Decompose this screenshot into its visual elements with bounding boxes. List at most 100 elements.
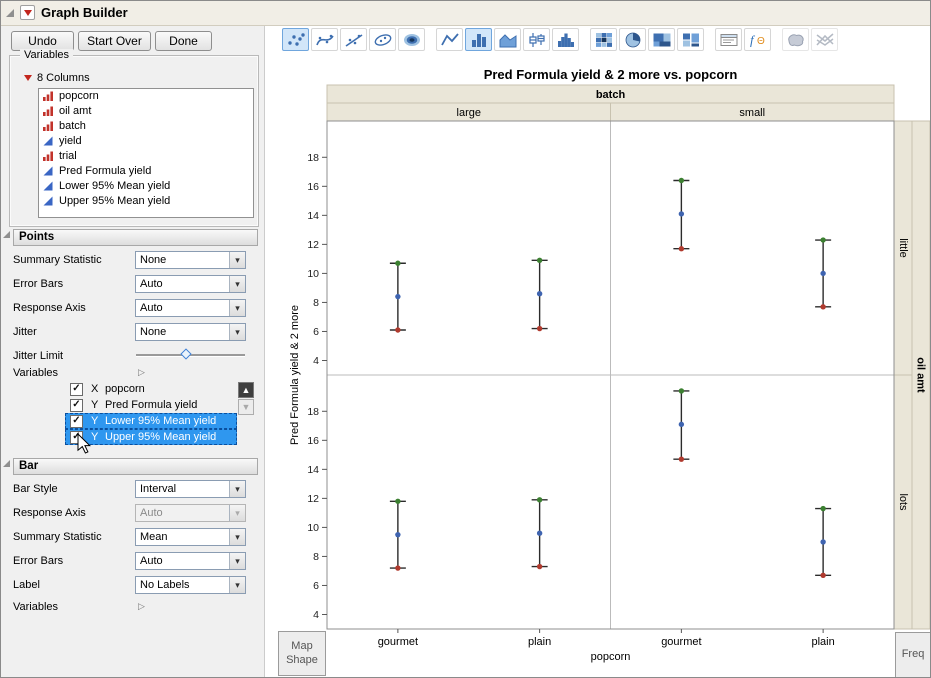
points-disclosure-icon[interactable]	[3, 231, 10, 238]
points-variable-row[interactable]: ✓Xpopcorn	[65, 381, 237, 397]
bar-label-select[interactable]: No Labels ▾	[135, 576, 246, 594]
map-shape-icon	[782, 28, 809, 51]
svg-text:f: f	[750, 32, 756, 47]
points-summary-statistic-select[interactable]: None ▾	[135, 251, 246, 269]
continuous-icon	[42, 135, 54, 147]
mouse-cursor-icon	[77, 433, 92, 455]
red-triangle-icon	[24, 75, 32, 81]
chevron-down-icon: ▾	[229, 577, 245, 593]
smoother-icon[interactable]	[311, 28, 338, 51]
bar-error-bars-select[interactable]: Auto ▾	[135, 552, 246, 570]
pie-icon[interactable]	[619, 28, 646, 51]
variables-disclosure-icon[interactable]: ▷	[138, 368, 145, 377]
svg-text:Θ: Θ	[757, 36, 765, 47]
move-up-button[interactable]: ▲	[238, 382, 254, 398]
column-item[interactable]: trial	[39, 149, 253, 164]
chevron-down-icon: ▾	[229, 300, 245, 316]
bar-section-header[interactable]: Bar	[13, 458, 258, 475]
nominal-icon	[42, 150, 54, 162]
contour-icon[interactable]	[398, 28, 425, 51]
checkbox[interactable]: ✓	[70, 383, 83, 396]
field-label: Variables	[13, 367, 58, 380]
chevron-down-icon: ▾	[229, 252, 245, 268]
continuous-icon	[42, 165, 54, 177]
undo-button[interactable]: Undo	[11, 31, 74, 51]
slider-thumb[interactable]	[180, 348, 191, 359]
mosaic-icon[interactable]	[677, 28, 704, 51]
column-item[interactable]: Lower 95% Mean yield	[39, 179, 253, 194]
field-label: Summary Statistic	[13, 531, 102, 544]
points-icon[interactable]	[282, 28, 309, 51]
outline-disclosure-icon[interactable]	[6, 9, 14, 17]
field-label: Bar Style	[13, 483, 58, 496]
points-jitter-select[interactable]: None ▾	[135, 323, 246, 341]
move-down-button[interactable]: ▼	[238, 399, 254, 415]
red-triangle-icon	[24, 10, 32, 16]
line-icon[interactable]	[436, 28, 463, 51]
variables-group: Variables 8 Columns popcornoil amtbatchy…	[9, 55, 259, 227]
map-shape-drop-zone[interactable]: Map Shape	[278, 631, 326, 676]
bar-summary-statistic-select[interactable]: Mean ▾	[135, 528, 246, 546]
checkbox[interactable]: ✓	[70, 399, 83, 412]
red-triangle-menu-button[interactable]	[20, 5, 35, 20]
title-bar: Graph Builder	[1, 1, 930, 26]
columns-outline[interactable]: 8 Columns	[24, 72, 90, 84]
bar-icon[interactable]	[465, 28, 492, 51]
chevron-down-icon: ▾	[229, 529, 245, 545]
chevron-down-icon: ▾	[229, 324, 245, 340]
heatmap-icon[interactable]	[590, 28, 617, 51]
column-item[interactable]: batch	[39, 119, 253, 134]
nominal-icon	[42, 105, 54, 117]
field-label: Summary Statistic	[13, 254, 102, 267]
nominal-icon	[42, 120, 54, 132]
chevron-down-icon: ▾	[229, 553, 245, 569]
points-variable-row[interactable]: ✓YLower 95% Mean yield	[65, 413, 237, 429]
field-label: Error Bars	[13, 555, 63, 568]
columns-list[interactable]: popcornoil amtbatchyieldtrialPred Formul…	[38, 88, 254, 218]
chevron-down-icon: ▾	[229, 276, 245, 292]
page-title: Graph Builder	[41, 5, 128, 20]
points-section-header[interactable]: Points	[13, 229, 258, 246]
variables-disclosure-icon[interactable]: ▷	[138, 602, 145, 611]
columns-count-label: 8 Columns	[37, 72, 90, 84]
treemap-icon[interactable]	[648, 28, 675, 51]
field-label: Label	[13, 579, 40, 592]
histogram-icon[interactable]	[552, 28, 579, 51]
continuous-icon	[42, 195, 54, 207]
chart-pane	[264, 25, 931, 678]
chevron-down-icon: ▾	[229, 481, 245, 497]
field-label: Jitter	[13, 326, 37, 339]
column-item[interactable]: Pred Formula yield	[39, 164, 253, 179]
bar-style-select[interactable]: Interval ▾	[135, 480, 246, 498]
column-item[interactable]: popcorn	[39, 89, 253, 104]
field-label: Response Axis	[13, 507, 86, 520]
points-error-bars-select[interactable]: Auto ▾	[135, 275, 246, 293]
column-item[interactable]: Upper 95% Mean yield	[39, 194, 253, 209]
points-response-axis-select[interactable]: Auto ▾	[135, 299, 246, 317]
area-icon[interactable]	[494, 28, 521, 51]
jitter-limit-slider[interactable]	[135, 349, 246, 361]
points-variable-row[interactable]: ✓YPred Formula yield	[65, 397, 237, 413]
field-label: Error Bars	[13, 278, 63, 291]
checkbox[interactable]: ✓	[70, 415, 83, 428]
chevron-down-icon: ▾	[229, 505, 245, 521]
column-item[interactable]: oil amt	[39, 104, 253, 119]
ellipse-icon[interactable]	[369, 28, 396, 51]
variables-group-label: Variables	[20, 49, 73, 61]
column-item[interactable]: yield	[39, 134, 253, 149]
formula-icon[interactable]: fΘ	[744, 28, 771, 51]
box-plot-icon[interactable]	[523, 28, 550, 51]
bar-disclosure-icon[interactable]	[3, 460, 10, 467]
start-over-button[interactable]: Start Over	[78, 31, 151, 51]
nominal-icon	[42, 90, 54, 102]
field-label: Response Axis	[13, 302, 86, 315]
continuous-icon	[42, 180, 54, 192]
line-of-fit-icon[interactable]	[340, 28, 367, 51]
parallel-plot-icon	[811, 28, 838, 51]
element-palette: fΘ	[282, 28, 840, 51]
caption-box-icon[interactable]	[715, 28, 742, 51]
done-button[interactable]: Done	[155, 31, 212, 51]
graph-builder-window: Graph Builder Undo Start Over Done fΘ Va…	[0, 0, 931, 678]
freq-drop-zone[interactable]: Freq	[895, 632, 931, 678]
field-label: Jitter Limit	[13, 350, 63, 363]
